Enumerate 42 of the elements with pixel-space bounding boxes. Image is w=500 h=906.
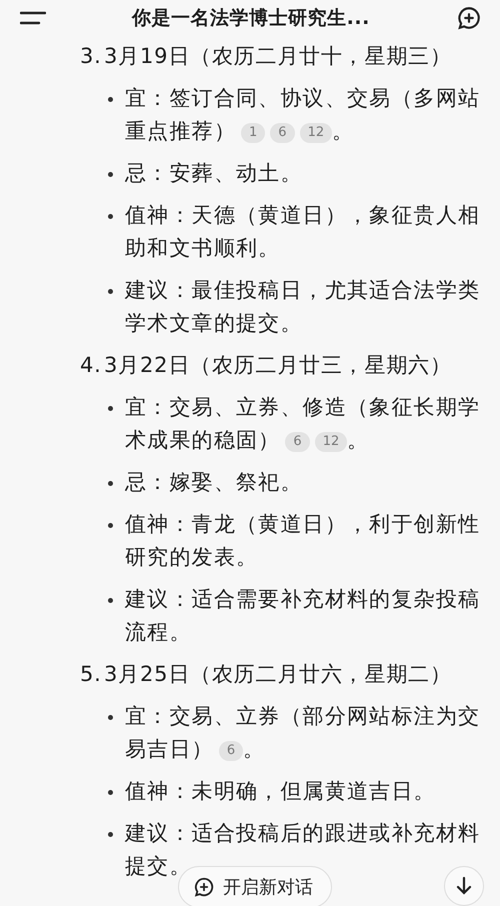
date-heading: 3月25日（农历二月廿六，星期二） — [104, 661, 452, 688]
bullet-dot — [108, 481, 113, 486]
date-heading: 3月22日（农历二月廿三，星期六） — [104, 352, 452, 379]
bullet-text: 宜：交易、立券（部分网站标注为交易吉日） 6 。 — [125, 703, 482, 763]
citation-badge[interactable]: 6 — [285, 432, 310, 452]
menu-icon — [20, 11, 46, 25]
bullet-text: 宜：签订合同、协议、交易（多网站重点推荐） 1 6 12 。 — [125, 85, 482, 145]
scroll-down-button[interactable] — [444, 866, 484, 906]
bullet-dot — [108, 715, 113, 720]
bullet-text: 建议：最佳投稿日，尤其适合法学类学术文章的提交。 — [125, 277, 482, 337]
bullet-dot — [108, 406, 113, 411]
citation-badge[interactable]: 12 — [314, 432, 348, 452]
list-number: 5. — [80, 661, 103, 688]
new-chat-icon — [193, 876, 215, 898]
bullet-dot — [108, 832, 113, 837]
bullet-dot — [108, 172, 113, 177]
bullet-dot — [108, 523, 113, 528]
new-chat-icon — [456, 5, 482, 31]
new-chat-header-button[interactable] — [456, 5, 482, 31]
bullet-text: 值神：青龙（黄道日），利于创新性研究的发表。 — [125, 511, 482, 571]
list-number: 4. — [80, 352, 103, 379]
down-arrow-icon — [454, 876, 474, 896]
menu-button[interactable] — [20, 11, 46, 25]
date-heading: 3月19日（农历二月廿十，星期三） — [104, 43, 452, 70]
bullet-dot — [108, 598, 113, 603]
citation-badge[interactable]: 12 — [300, 123, 332, 143]
bullet-text: 宜：交易、立券、修造（象征长期学术成果的稳固） 6 12 。 — [125, 394, 482, 454]
new-chat-button[interactable]: 开启新对话 — [178, 866, 332, 906]
bullet-text: 值神：未明确，但属黄道吉日。 — [125, 778, 437, 805]
bullet-text: 建议：适合需要补充材料的复杂投稿流程。 — [125, 586, 482, 646]
bullet-text: 忌：嫁娶、祭祀。 — [125, 469, 304, 496]
bullet-dot — [108, 97, 113, 102]
list-number: 3. — [80, 43, 103, 70]
bullet-text: 值神：天德（黄道日），象征贵人相助和文书顺利。 — [125, 202, 482, 262]
citation-badge[interactable]: 6 — [218, 741, 244, 761]
chat-title: 你是一名法学博士研究生... — [132, 6, 370, 31]
bullet-dot — [108, 214, 113, 219]
bullet-text: 忌：安葬、动土。 — [125, 160, 304, 187]
bullet-dot — [108, 790, 113, 795]
citation-badge[interactable]: 6 — [270, 123, 295, 143]
bullet-dot — [108, 289, 113, 294]
citation-badge[interactable]: 1 — [241, 123, 266, 143]
